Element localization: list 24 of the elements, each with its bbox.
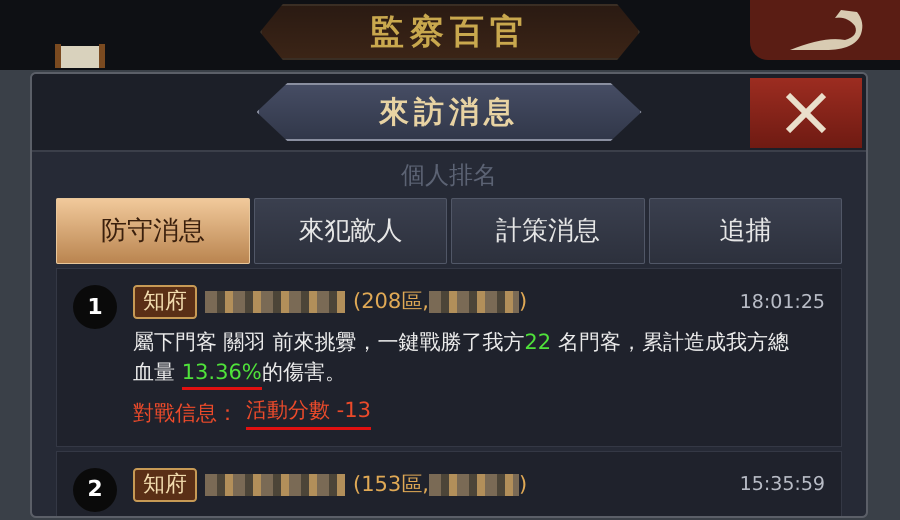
close-button[interactable] bbox=[750, 78, 862, 148]
tab[interactable]: 防守消息 bbox=[56, 198, 250, 264]
back-button[interactable] bbox=[750, 0, 900, 60]
scroll-icon[interactable] bbox=[55, 42, 105, 68]
paren-text: ) bbox=[518, 288, 528, 316]
rank-number: 1 bbox=[73, 285, 117, 329]
score-text: 活動分數 -13 bbox=[246, 398, 371, 430]
rank-number: 2 bbox=[73, 468, 117, 512]
faded-heading: 個人排名 bbox=[400, 160, 498, 191]
tab[interactable]: 計策消息 bbox=[451, 198, 644, 264]
close-icon bbox=[784, 91, 828, 135]
rank-title-badge: 知府 bbox=[133, 285, 197, 319]
paren-text: ) bbox=[518, 470, 528, 498]
server-label: (153區, bbox=[353, 470, 429, 498]
page-title: 監察百官 bbox=[260, 4, 640, 60]
tab[interactable]: 追捕 bbox=[648, 198, 842, 264]
time-text: 15:35:59 bbox=[740, 472, 825, 498]
tab[interactable]: 來犯敵人 bbox=[254, 198, 447, 264]
dialog-title: 來訪消息 bbox=[256, 83, 642, 141]
time-text: 18:01:25 bbox=[740, 290, 825, 315]
server-label: (208區, bbox=[353, 288, 429, 316]
rank-title-badge: 知府 bbox=[133, 468, 197, 502]
message-text: 屬下門客 關羽 前來挑釁，一鍵戰勝了我方22 名門客，累計造成我方總血量 13.36%的傷害。 bbox=[133, 327, 825, 390]
battle-info-label: 對戰信息： bbox=[133, 400, 238, 428]
